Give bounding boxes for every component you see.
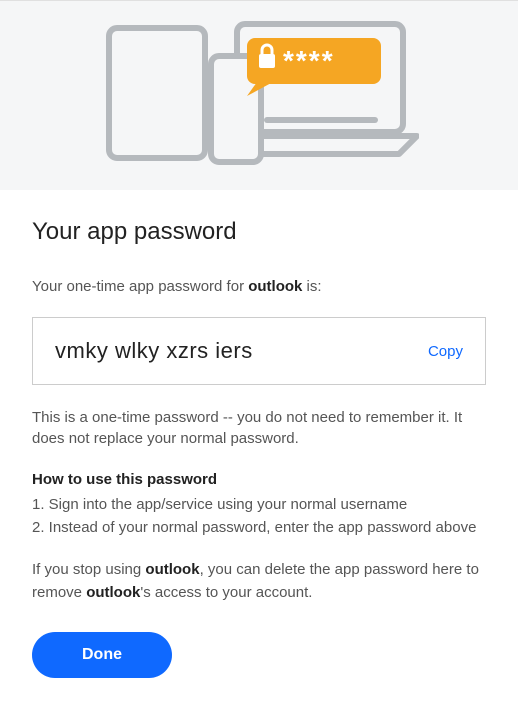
svg-text:****: **** <box>283 45 335 76</box>
hero-banner: **** <box>0 0 518 190</box>
intro-text: Your one-time app password for outlook i… <box>32 278 486 295</box>
intro-suffix: is: <box>302 278 321 295</box>
stop-app-2: outlook <box>86 584 140 601</box>
copy-button[interactable]: Copy <box>428 343 463 360</box>
how-to-section: How to use this password 1. Sign into th… <box>32 471 486 539</box>
intro-prefix: Your one-time app password for <box>32 278 248 295</box>
stop-app-1: outlook <box>145 561 199 578</box>
page-title: Your app password <box>32 218 486 246</box>
stop-prefix: If you stop using <box>32 561 145 578</box>
one-time-note: This is a one-time password -- you do no… <box>32 407 486 449</box>
step-1: 1. Sign into the app/service using your … <box>32 494 486 517</box>
how-to-heading: How to use this password <box>32 471 486 488</box>
devices-lock-illustration-icon: **** <box>99 16 419 176</box>
stop-suffix: 's access to your account. <box>140 584 312 601</box>
stop-using-text: If you stop using outlook, you can delet… <box>32 559 486 604</box>
step-2: 2. Instead of your normal password, ente… <box>32 517 486 540</box>
password-value: vmky wlky xzrs iers <box>55 338 253 364</box>
password-box: vmky wlky xzrs iers Copy <box>32 317 486 385</box>
intro-app-name: outlook <box>248 278 302 295</box>
main-content: Your app password Your one-time app pass… <box>0 190 518 718</box>
done-button[interactable]: Done <box>32 632 172 678</box>
